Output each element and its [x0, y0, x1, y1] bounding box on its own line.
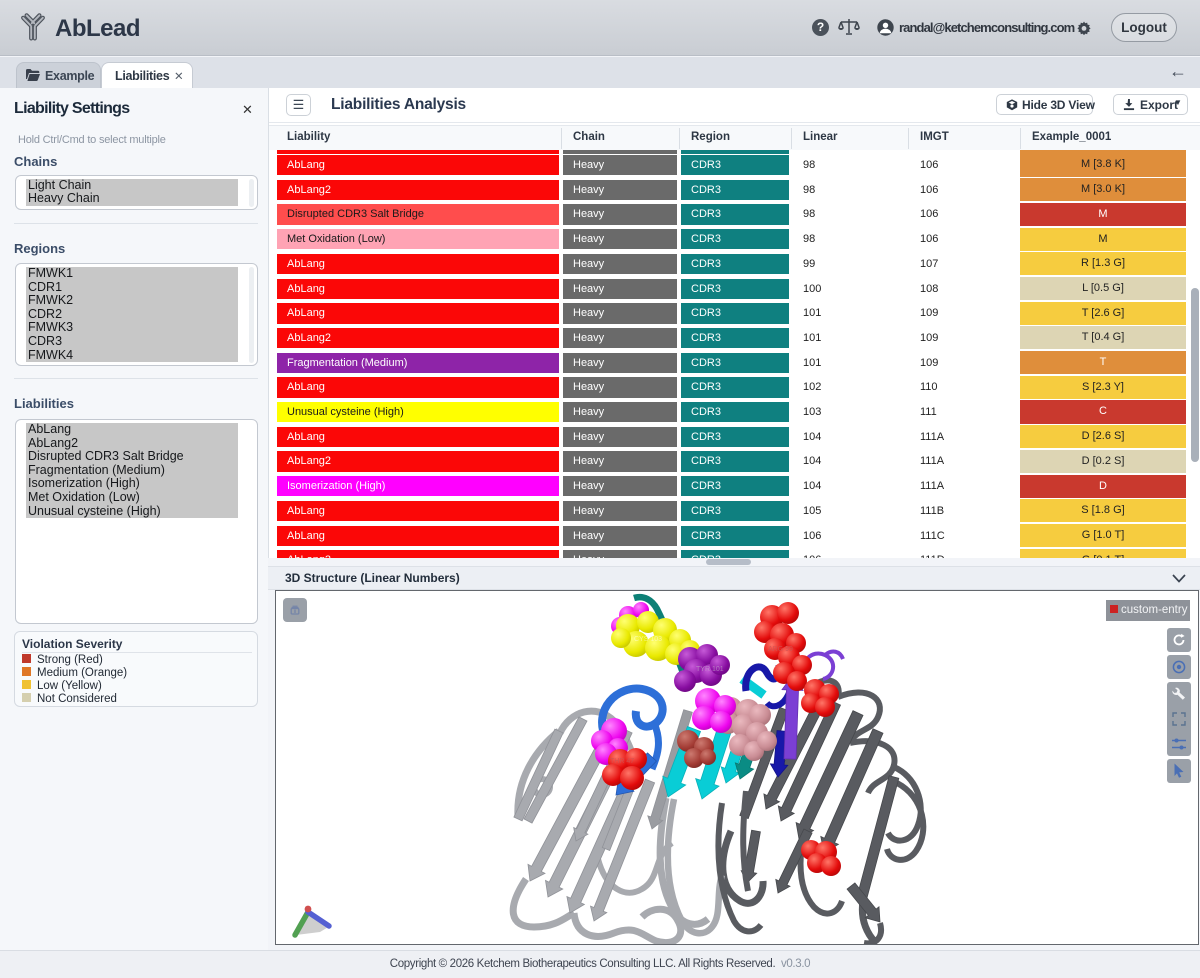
svg-text:THR 47: THR 47 — [610, 758, 634, 765]
svg-text:ARG 99: ARG 99 — [768, 646, 793, 653]
svg-text:TYR 101: TYR 101 — [696, 666, 724, 673]
svg-text:CYS 103: CYS 103 — [634, 636, 662, 643]
